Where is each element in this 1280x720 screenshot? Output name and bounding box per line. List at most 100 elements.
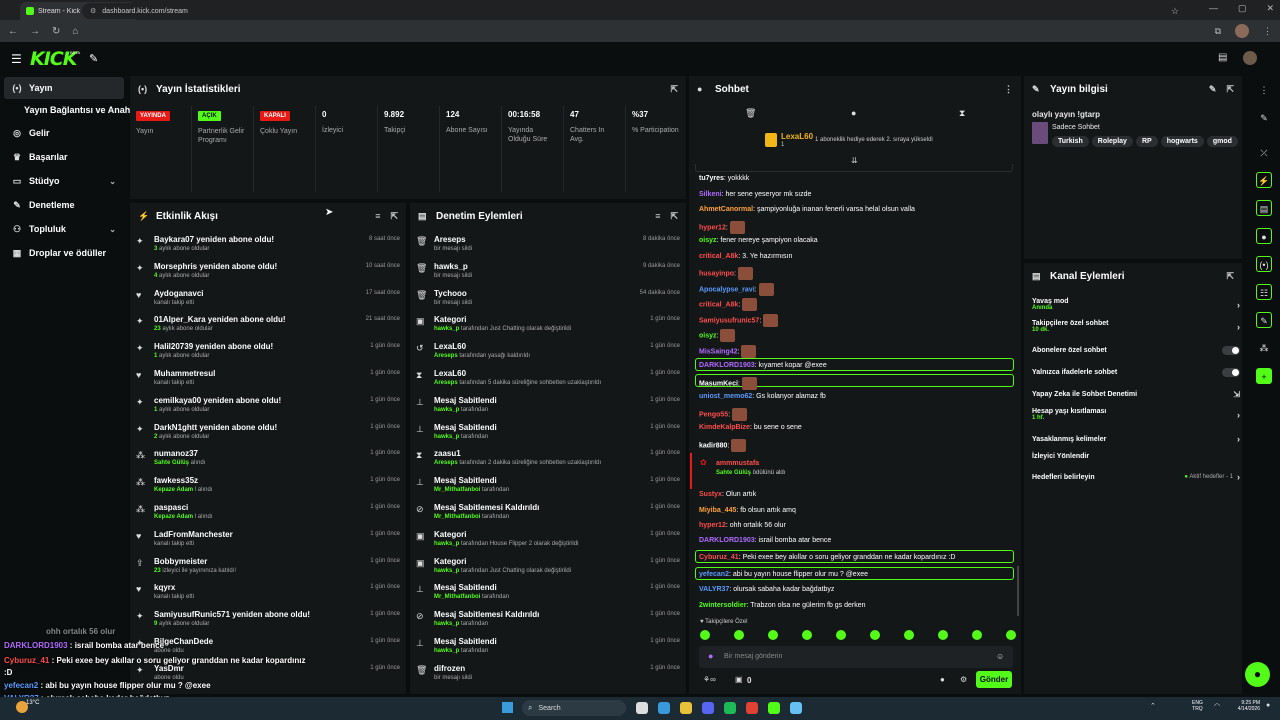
channel-action[interactable]: Yavaş mod Anında › xyxy=(1032,298,1240,311)
chat-username[interactable]: Silkeni xyxy=(699,191,722,198)
share-icon[interactable]: ⁂ xyxy=(1256,340,1272,356)
popout-icon[interactable]: ⇱ xyxy=(670,84,678,95)
chat-username[interactable]: Miyiba_445 xyxy=(699,507,736,514)
chat-message[interactable]: DARKLORD1903: kıyamet kopar @exee xyxy=(699,361,1017,370)
chevron-down-icon[interactable]: ⌄ xyxy=(109,177,116,186)
stream-tag[interactable]: Turkish xyxy=(1052,136,1089,147)
chat-username[interactable]: Pengo55 xyxy=(699,411,728,418)
popout-icon[interactable]: ⇱ xyxy=(1226,271,1234,282)
sidebar-item[interactable]: ✎ Denetleme xyxy=(4,194,124,216)
list-item[interactable]: ⁂ paspasci Kepaze Adam l alındı 1 gün önce xyxy=(136,501,400,528)
document-icon[interactable]: ▤ xyxy=(1256,200,1272,216)
list-item[interactable]: ⊥ Mesaj Sabitlendi Mr_Mithatfanboi tarafın… xyxy=(416,581,680,608)
chat-username[interactable]: critical_A8k xyxy=(699,253,738,260)
chat-message[interactable]: kadir880: xyxy=(699,439,1017,452)
chat-message[interactable]: hyper12: ohh ortalık 56 olur xyxy=(699,521,1017,530)
emote-icon[interactable] xyxy=(768,630,778,640)
emote-icon[interactable] xyxy=(972,630,982,640)
language-indicator[interactable]: ENG TRQ xyxy=(1192,700,1203,712)
list-item[interactable]: ⊥ Mesaj Sabitlendi hawks_p tarafından 1 gün… xyxy=(416,635,680,662)
discord-icon[interactable] xyxy=(702,702,714,714)
sidebar-item[interactable]: ▭ Stüdyo ⌄ xyxy=(4,170,124,192)
chat-message[interactable]: critical_A8k: xyxy=(699,298,1017,311)
chat-message[interactable]: oisyz: fener nereye şampiyon olacaka xyxy=(699,236,1017,245)
edit-icon[interactable]: ✎ xyxy=(1209,84,1217,95)
user-avatar[interactable] xyxy=(1243,51,1257,65)
pin-icon[interactable]: ✎ xyxy=(89,52,98,65)
list-item[interactable]: ⇪ Bobbymeister 23 izleyici ile yayınınıza … xyxy=(136,555,400,582)
list-item[interactable]: ♥ LadFromManchester kanalı takip etti 1 gün… xyxy=(136,528,400,555)
list-item[interactable]: ✦ Baykara07 yeniden abone oldu! 3 aylık ab… xyxy=(136,233,400,260)
list-item[interactable]: 🗑 difrozen bir mesajı sildi 1 gün önce xyxy=(416,662,680,689)
emote-icon[interactable] xyxy=(836,630,846,640)
profile-avatar[interactable] xyxy=(1235,24,1249,38)
hourglass-icon[interactable]: ⧗ xyxy=(959,108,965,119)
chevron-down-icon[interactable]: ⌄ xyxy=(109,225,116,234)
channel-action[interactable]: Takipçilere özel sohbet 10 dk. › xyxy=(1032,320,1240,333)
chat-message[interactable]: Sustyx: Olun artık xyxy=(699,490,1017,499)
channel-action[interactable]: Abonelere özel sohbet xyxy=(1032,346,1240,355)
list-item[interactable]: 🗑 Areseps bir mesajı sildi 8 dakika önce xyxy=(416,233,680,260)
chat-message[interactable]: 2wintersoldier: Trabzon olsa ne gülerim … xyxy=(699,601,1017,610)
list-item[interactable]: ✦ Morsephris yeniden abone oldu! 4 aylık a… xyxy=(136,260,400,287)
stream-tag[interactable]: RP xyxy=(1135,136,1158,147)
filter-icon[interactable]: ≡ xyxy=(655,211,660,222)
list-item[interactable]: ✦ Halil20739 yeniden abone oldu! 1 aylık a… xyxy=(136,340,400,367)
chat-message[interactable]: Samiyusufrunic57: xyxy=(699,314,1017,327)
sidebar-item[interactable]: Yayın Bağlantısı ve Anahtarı xyxy=(4,99,144,121)
chevron-right-icon[interactable]: › xyxy=(1237,434,1240,444)
popout-icon[interactable]: ⇱ xyxy=(1226,84,1234,95)
taskbar-search[interactable]: ⌕ Search xyxy=(522,700,626,716)
list-item[interactable]: ⊥ Mesaj Sabitlendi Mr_Mithatfanboi tarafın… xyxy=(416,474,680,501)
chat-username[interactable]: Sustyx xyxy=(699,491,722,498)
browser-menu-icon[interactable]: ⋮ xyxy=(1263,26,1272,37)
chat-message[interactable]: Miyiba_445: fb olsun artık amq xyxy=(699,506,1017,515)
emote-icon[interactable] xyxy=(938,630,948,640)
bookmark-star-icon[interactable]: ☆ xyxy=(1171,6,1179,17)
list-item[interactable]: ⧗ zaasu1 Areseps tarafından 2 dakika sürel… xyxy=(416,447,680,474)
chat-username[interactable]: uniost_memo62 xyxy=(699,393,752,400)
emote-icon[interactable] xyxy=(802,630,812,640)
chat-username[interactable]: oisyz xyxy=(699,332,717,339)
sidebar-item[interactable]: ⚇ Topluluk ⌄ xyxy=(4,218,124,240)
emote-icon[interactable] xyxy=(734,630,744,640)
game-icon[interactable] xyxy=(768,702,780,714)
chat-username[interactable]: critical_A8k xyxy=(699,301,738,308)
chat-username[interactable]: Apocalypse_ravi xyxy=(699,286,755,293)
collapse-icon[interactable]: ⤫ xyxy=(1256,145,1272,161)
reload-icon[interactable]: ↻ xyxy=(52,26,60,37)
sidebar-item[interactable]: ▦ Droplar ve ödüller xyxy=(4,242,124,264)
chat-message[interactable]: uniost_memo62: Gs kolanyor alamaz fb xyxy=(699,392,1017,401)
stream-tag[interactable]: Roleplay xyxy=(1091,136,1133,147)
chat-username[interactable]: husayinpo xyxy=(699,270,734,277)
chat-username[interactable]: kadir880 xyxy=(699,442,727,449)
chat-message[interactable]: husayinpo: xyxy=(699,267,1017,280)
chat-username[interactable]: MisSaing42 xyxy=(699,348,738,355)
chat-username[interactable]: MasumKeci xyxy=(699,380,738,387)
list-item[interactable]: ♥ Muhammetresul kanalı takip etti 1 gün önc… xyxy=(136,367,400,394)
chat-message[interactable]: Silkeni: her sene yeseryor mk sızde xyxy=(699,190,1017,199)
chat-message[interactable]: Cyburuz_41: Peki exee bey akıllar o soru… xyxy=(699,553,1017,562)
pinned-user[interactable]: LexaL60 xyxy=(781,132,813,141)
chat-message[interactable]: tu7yres: yokkkk xyxy=(699,174,1017,183)
list-item[interactable]: ⊥ Mesaj Sabitlendi hawks_p tarafından 1 gün… xyxy=(416,421,680,448)
chat-username[interactable]: hyper12 xyxy=(699,224,726,231)
settings-gear-icon[interactable]: ⚙ xyxy=(960,675,967,684)
stream-tag[interactable]: gmod xyxy=(1206,136,1238,147)
channel-action[interactable]: Yasaklanmış kelimeler › xyxy=(1032,434,1240,444)
chat-username[interactable]: DARKLORD1903 xyxy=(699,537,755,544)
chat-username[interactable]: VALYR37 xyxy=(699,586,729,593)
bolt-icon[interactable]: ⚡ xyxy=(1256,172,1272,188)
list-item[interactable]: ✦ DarkN1ghtt yeniden abone oldu! 2 aylık a… xyxy=(136,421,400,448)
list-item[interactable]: ⧗ LexaL60 Areseps tarafından 5 dakika süre… xyxy=(416,367,680,394)
chat-menu-icon[interactable]: ⋮ xyxy=(1004,84,1013,95)
chat-message[interactable]: MasumKeci: xyxy=(699,377,1017,390)
chat-message[interactable]: critical_A8k: 3. Ye hazırmısın xyxy=(699,252,1017,261)
channel-action[interactable]: Yapay Zeka ile Sohbet Denetimi ⇲ xyxy=(1032,390,1240,399)
channel-action[interactable]: İzleyici Yönlendir xyxy=(1032,453,1240,460)
chat-message[interactable]: yefecan2: abi bu yayın house flipper olu… xyxy=(699,570,1017,579)
list-item[interactable]: ▣ Kategori hawks_p tarafından Just Chattin… xyxy=(416,555,680,582)
stream-tag[interactable]: hogwarts xyxy=(1160,136,1204,147)
emote-icon[interactable] xyxy=(700,630,710,640)
chevron-right-icon[interactable]: › xyxy=(1237,300,1240,310)
